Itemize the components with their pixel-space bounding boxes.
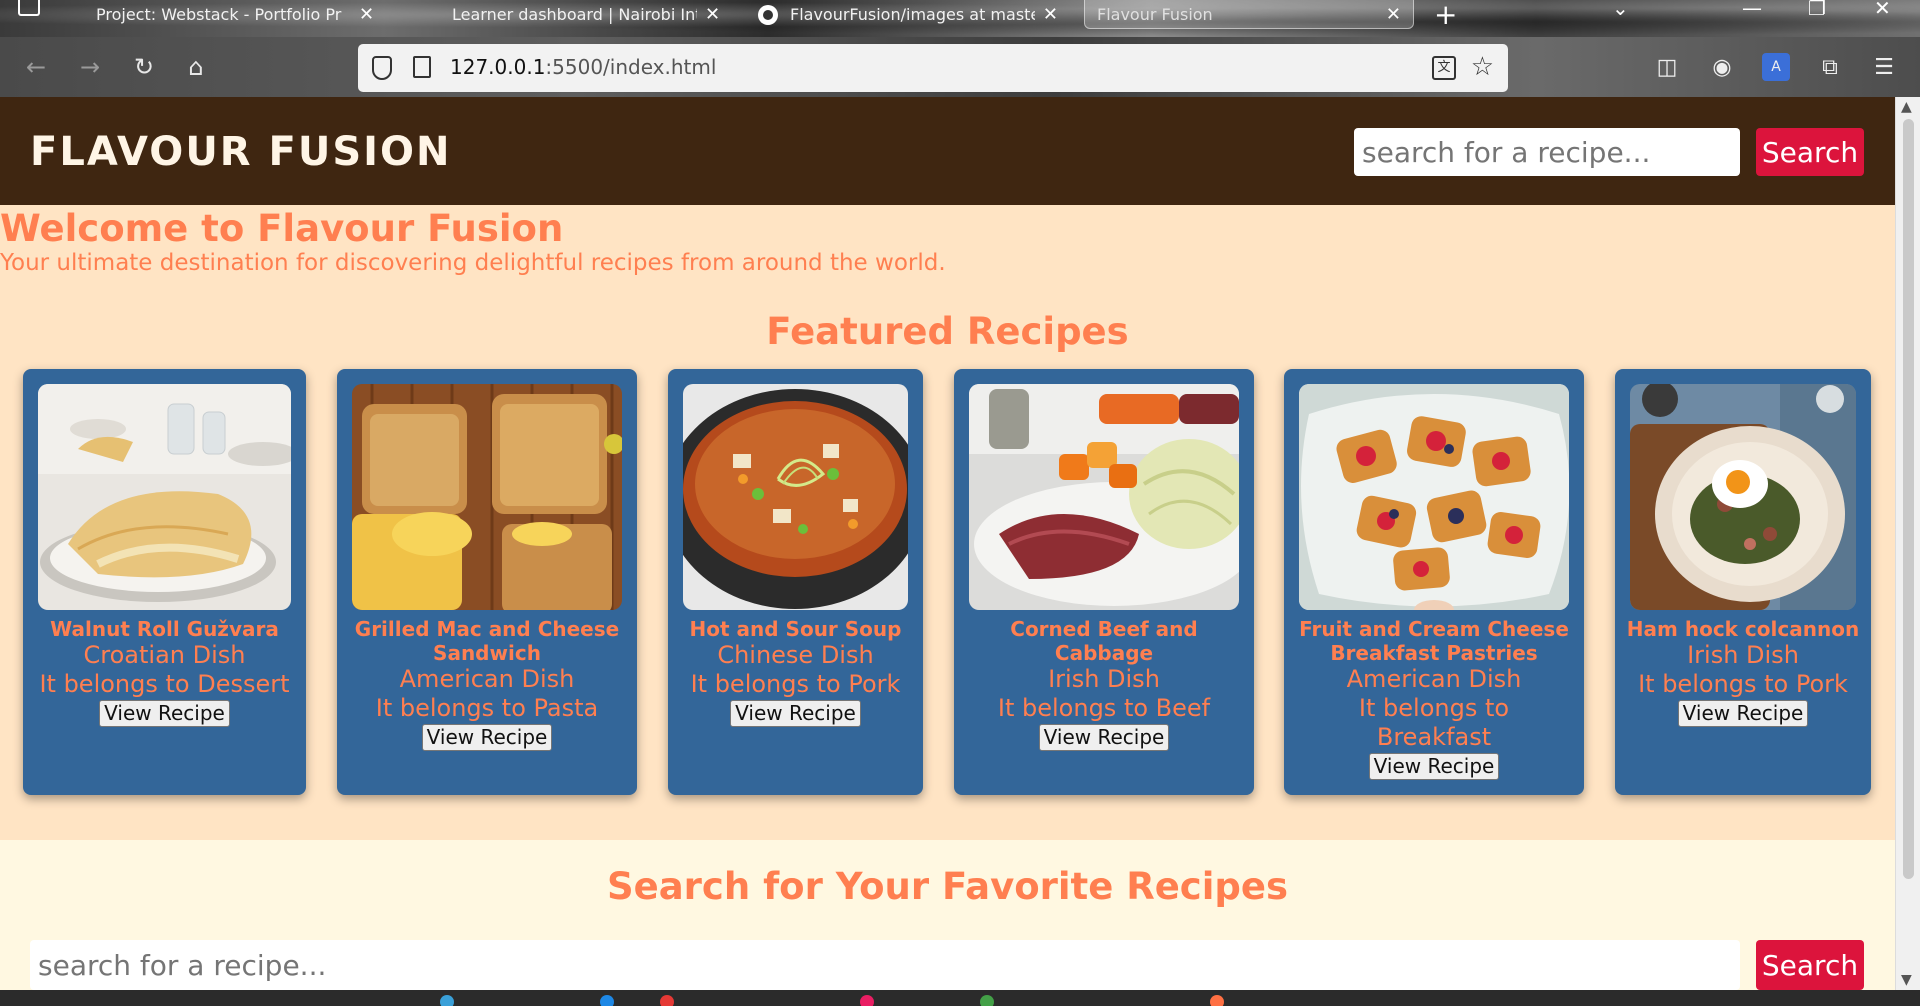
page-info-icon[interactable]	[413, 56, 431, 78]
recipe-card: Walnut Roll Gužvara Croatian Dish It bel…	[23, 369, 306, 795]
recipe-cuisine: Croatian Dish	[83, 641, 246, 669]
translate-icon[interactable]: 文	[1432, 56, 1456, 80]
recipe-category: It belongs to Pasta	[375, 694, 599, 722]
tab-list-chevron-icon[interactable]: ⌄	[1612, 0, 1629, 20]
url-text[interactable]: 127.0.0.1:5500/index.html	[450, 55, 716, 79]
scrollbar-thumb[interactable]	[1903, 119, 1914, 879]
page-viewport: FLAVOUR FUSION Search Welcome to Flavour…	[0, 97, 1895, 990]
site-header: FLAVOUR FUSION Search	[0, 97, 1895, 205]
search-section-heading: Search for Your Favorite Recipes	[606, 865, 1289, 908]
sidebar-toggle-icon[interactable]	[18, 0, 40, 16]
browser-tab-active[interactable]: Flavour Fusion ✕	[1084, 0, 1414, 29]
recipe-category: It belongs to Pork	[690, 670, 901, 698]
recipe-search-input[interactable]	[30, 940, 1740, 990]
maximize-icon[interactable]: ❐	[1808, 0, 1826, 20]
browser-tab[interactable]: Project: Webstack - Portfolio Pr ✕	[96, 0, 386, 29]
close-icon[interactable]: ✕	[1043, 4, 1058, 25]
view-recipe-button[interactable]: View Recipe	[1677, 700, 1809, 727]
recipe-cuisine: American Dish	[399, 665, 575, 693]
back-arrow-icon[interactable]: ←	[20, 51, 52, 83]
welcome-subtitle: Your ultimate destination for discoverin…	[0, 250, 946, 276]
recipe-search-button[interactable]: Search	[1756, 940, 1864, 990]
recipe-image[interactable]	[352, 384, 622, 610]
scroll-up-arrow-icon[interactable]: ▲	[1901, 99, 1912, 115]
home-icon[interactable]: ⌂	[180, 51, 212, 83]
welcome-heading: Welcome to Flavour Fusion	[0, 207, 564, 250]
recipe-name: Grilled Mac and Cheese Sandwich	[354, 617, 620, 665]
tab-title: Project: Webstack - Portfolio Pr	[96, 5, 342, 24]
recipe-category: It belongs to Breakfast	[1358, 694, 1510, 751]
view-recipe-button[interactable]: View Recipe	[1038, 724, 1170, 751]
forward-arrow-icon[interactable]: →	[74, 51, 106, 83]
view-recipe-button[interactable]: View Recipe	[730, 700, 861, 727]
translate-extension-icon[interactable]: A	[1762, 53, 1790, 81]
taskbar-app-icon[interactable]	[440, 995, 454, 1006]
close-icon[interactable]: ✕	[359, 4, 374, 25]
recipe-image[interactable]	[38, 384, 291, 610]
recipe-name: Corned Beef and Cabbage	[1010, 617, 1198, 665]
pocket-icon[interactable]: ◫	[1653, 53, 1681, 81]
tab-title: Flavour Fusion	[1097, 4, 1213, 24]
recipe-cuisine: Irish Dish	[1048, 665, 1160, 693]
site-logo[interactable]: FLAVOUR FUSION	[30, 129, 452, 175]
featured-heading: Featured Recipes	[766, 310, 1129, 353]
recipe-category: It belongs to Dessert	[39, 670, 290, 698]
close-window-icon[interactable]: ✕	[1874, 0, 1891, 20]
view-recipe-button[interactable]: View Recipe	[1368, 753, 1500, 780]
recipe-image[interactable]	[683, 384, 908, 610]
taskbar-app-icon[interactable]	[660, 995, 674, 1006]
recipe-cuisine: Irish Dish	[1687, 641, 1799, 669]
recipe-name: Fruit and Cream Cheese Breakfast Pastrie…	[1299, 617, 1569, 665]
shield-icon[interactable]	[372, 56, 392, 80]
recipe-name: Ham hock colcannon	[1626, 617, 1860, 641]
view-recipe-button[interactable]: View Recipe	[421, 724, 553, 751]
taskbar-app-icon[interactable]	[600, 995, 614, 1006]
recipe-name: Walnut Roll Gužvara	[50, 617, 279, 641]
recipe-cuisine: Chinese Dish	[717, 641, 874, 669]
header-search-input[interactable]	[1354, 128, 1740, 176]
recipe-image[interactable]	[969, 384, 1239, 610]
browser-tab[interactable]: FlavourFusion/images at maste ✕	[758, 0, 1058, 29]
scroll-down-arrow-icon[interactable]: ▼	[1901, 972, 1912, 988]
recipe-card: Corned Beef and Cabbage Irish Dish It be…	[954, 369, 1254, 795]
recipe-card: Fruit and Cream Cheese Breakfast Pastrie…	[1284, 369, 1584, 795]
taskbar-app-icon[interactable]	[980, 995, 994, 1006]
hamburger-menu-icon[interactable]: ☰	[1870, 53, 1898, 81]
recipe-name: Hot and Sour Soup	[689, 617, 902, 641]
account-icon[interactable]: ◉	[1708, 53, 1736, 81]
recipe-category: It belongs to Pork	[1638, 670, 1848, 698]
recipe-image[interactable]	[1630, 384, 1856, 610]
address-bar[interactable]: 127.0.0.1:5500/index.html 文 ☆	[358, 44, 1508, 92]
tab-title: FlavourFusion/images at maste	[790, 5, 1035, 24]
recipe-image[interactable]	[1299, 384, 1569, 610]
reload-icon[interactable]: ↻	[128, 51, 160, 83]
github-icon	[758, 4, 778, 25]
puzzle-icon[interactable]: ⧉	[1816, 53, 1844, 81]
tab-title: Learner dashboard | Nairobi Int	[452, 5, 697, 24]
recipe-card: Grilled Mac and Cheese Sandwich American…	[337, 369, 637, 795]
taskbar-app-icon[interactable]	[1210, 995, 1224, 1006]
header-search-button[interactable]: Search	[1756, 128, 1864, 176]
star-icon[interactable]: ☆	[1471, 52, 1494, 82]
page-scrollbar[interactable]: ▲ ▼	[1895, 97, 1920, 990]
url-host: 127.0.0.1	[450, 55, 546, 79]
close-icon[interactable]: ✕	[705, 4, 720, 25]
browser-tab-strip: Project: Webstack - Portfolio Pr ✕ Learn…	[0, 0, 1920, 37]
close-icon[interactable]: ✕	[1386, 4, 1401, 25]
search-section: Search for Your Favorite Recipes Search	[0, 840, 1895, 990]
taskbar-app-icon[interactable]	[860, 995, 874, 1006]
recipe-cuisine: American Dish	[1346, 665, 1522, 693]
browser-tab[interactable]: Learner dashboard | Nairobi Int ✕	[452, 0, 727, 29]
minimize-icon[interactable]: —	[1742, 0, 1762, 20]
recipe-card: Ham hock colcannon Irish Dish It belongs…	[1615, 369, 1871, 795]
new-tab-icon[interactable]: +	[1434, 0, 1457, 31]
view-recipe-button[interactable]: View Recipe	[99, 700, 230, 727]
url-path: :5500/index.html	[545, 55, 717, 79]
recipe-category: It belongs to Beef	[997, 694, 1211, 722]
browser-toolbar: ← → ↻ ⌂ 127.0.0.1:5500/index.html 文 ☆ ◫ …	[0, 37, 1920, 97]
os-taskbar	[0, 990, 1920, 1006]
recipe-card: Hot and Sour Soup Chinese Dish It belong…	[668, 369, 923, 795]
